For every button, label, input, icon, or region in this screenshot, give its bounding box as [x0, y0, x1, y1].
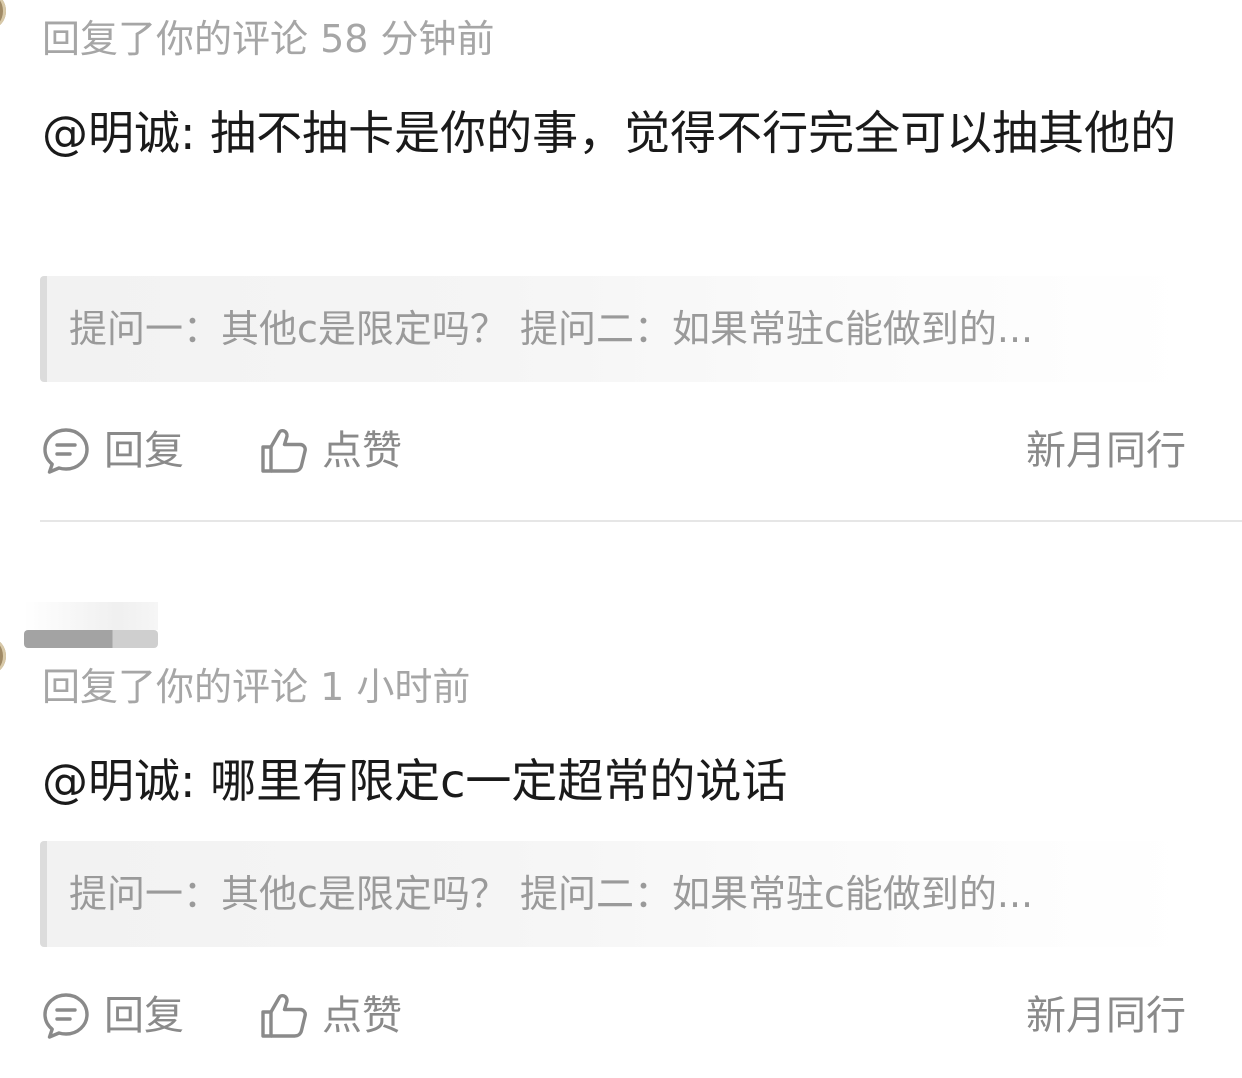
reply-button[interactable]: 回复 [40, 986, 184, 1046]
thumbs-up-icon [258, 990, 310, 1042]
source-circle-label[interactable]: 新月同行 [1026, 421, 1186, 481]
quoted-comment-text: 提问一：其他c是限定吗？ 提问二：如果常驻c能做到的... [69, 307, 1034, 351]
reply-button[interactable]: 回复 [40, 421, 184, 481]
quoted-original-comment[interactable]: 提问一：其他c是限定吗？ 提问二：如果常驻c能做到的... [40, 841, 1190, 947]
like-label: 点赞 [322, 428, 402, 474]
action-bar: 回复 点赞 新月同行 [0, 421, 1242, 481]
avatar[interactable] [0, 639, 6, 673]
quoted-original-comment[interactable]: 提问一：其他c是限定吗？ 提问二：如果常驻c能做到的... [40, 276, 1190, 382]
like-button[interactable]: 点赞 [258, 421, 402, 481]
notification-item-1: 回复了你的评论 58 分钟前 @明诚: 抽不抽卡是你的事，觉得不行完全可以抽其他… [0, 0, 1242, 522]
comment-bubble-icon [40, 425, 92, 477]
thumbs-up-icon [258, 425, 310, 477]
reply-label: 回复 [104, 993, 184, 1039]
notification-meta: 回复了你的评论 58 分钟前 [42, 17, 495, 61]
like-label: 点赞 [322, 993, 402, 1039]
source-circle-label[interactable]: 新月同行 [1026, 986, 1186, 1046]
action-bar: 回复 点赞 新月同行 [0, 986, 1242, 1046]
username-redacted [24, 602, 158, 650]
quoted-comment-text: 提问一：其他c是限定吗？ 提问二：如果常驻c能做到的... [69, 872, 1034, 916]
like-button[interactable]: 点赞 [258, 986, 402, 1046]
notification-meta: 回复了你的评论 1 小时前 [42, 665, 471, 709]
reply-comment-text[interactable]: @明诚: 哪里有限定c一定超常的说话 [42, 740, 1192, 822]
comment-bubble-icon [40, 990, 92, 1042]
notification-item-2: 回复了你的评论 1 小时前 @明诚: 哪里有限定c一定超常的说话 提问一：其他c… [0, 521, 1242, 1078]
avatar[interactable] [0, 0, 6, 28]
reply-label: 回复 [104, 428, 184, 474]
reply-comment-text[interactable]: @明诚: 抽不抽卡是你的事，觉得不行完全可以抽其他的 [42, 92, 1192, 174]
